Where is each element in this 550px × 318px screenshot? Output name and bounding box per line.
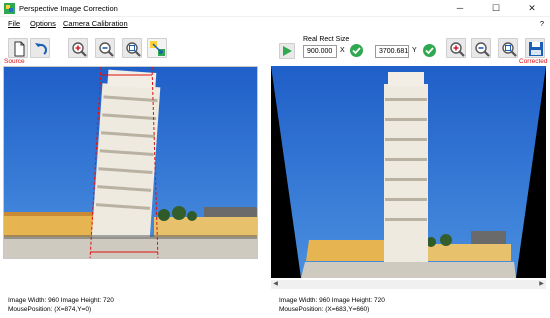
zoom-out-icon <box>99 42 114 57</box>
confirm-width-button[interactable] <box>349 43 365 59</box>
menu-camera-calibration[interactable]: Camera Calibration <box>63 19 128 28</box>
rect-height-field[interactable]: 3700.681 <box>375 45 409 58</box>
scroll-left-icon[interactable]: ◀ <box>271 280 280 289</box>
title-bar: Perspective Image Correction ─ ☐ ✕ <box>0 0 550 17</box>
check-icon <box>350 44 363 57</box>
x-label: X <box>340 47 345 54</box>
corrected-zoom-in-button[interactable] <box>446 38 466 58</box>
corrected-mouse-position: MousePosition: (X=683,Y=660) <box>279 306 370 313</box>
y-label: Y <box>412 47 417 54</box>
source-image-panel[interactable] <box>3 66 258 259</box>
corrected-zoom-out-button[interactable] <box>471 38 491 58</box>
confirm-height-button[interactable] <box>422 43 438 59</box>
zoom-out-icon <box>475 42 490 57</box>
zoom-in-icon <box>72 42 87 57</box>
run-button[interactable] <box>279 43 295 59</box>
scroll-right-icon[interactable]: ▶ <box>537 280 546 289</box>
corrected-dimensions: Image Width: 960 Image Height: 720 <box>279 297 385 304</box>
corrected-label: Corrected <box>519 58 548 65</box>
select-points-button[interactable] <box>147 38 167 58</box>
zoom-in-icon <box>450 42 465 57</box>
select-points-icon <box>150 41 165 56</box>
minimize-button[interactable]: ─ <box>442 0 478 17</box>
source-zoom-out-button[interactable] <box>95 38 115 58</box>
source-mouse-position: MousePosition: (X=874,Y=0) <box>8 306 92 313</box>
source-zoom-fit-button[interactable] <box>122 38 142 58</box>
zoom-fit-icon <box>502 42 517 57</box>
real-rect-size-label: Real Rect Size <box>303 36 350 43</box>
new-document-icon <box>14 41 25 57</box>
toolbar: Source Real Rect Size 900.000 X 3700.681… <box>0 30 550 66</box>
menu-bar: File Options Camera Calibration ? <box>0 17 550 30</box>
save-button[interactable] <box>525 38 545 58</box>
zoom-fit-icon <box>126 42 141 57</box>
menu-file[interactable]: File <box>8 19 20 28</box>
corrected-horizontal-scrollbar[interactable]: ◀ ▶ <box>271 280 546 289</box>
check-icon <box>423 44 436 57</box>
source-label: Source <box>4 58 25 65</box>
menu-options[interactable]: Options <box>30 19 56 28</box>
menu-help[interactable]: ? <box>540 19 544 28</box>
corrected-zoom-fit-button[interactable] <box>498 38 518 58</box>
app-icon <box>4 3 15 14</box>
play-icon <box>283 46 292 56</box>
close-button[interactable]: ✕ <box>514 0 550 17</box>
save-icon <box>529 42 543 56</box>
undo-button[interactable] <box>30 38 50 58</box>
window-title: Perspective Image Correction <box>19 4 118 13</box>
corrected-image-panel[interactable] <box>271 66 546 278</box>
corrected-image <box>271 66 546 278</box>
source-zoom-in-button[interactable] <box>68 38 88 58</box>
undo-icon <box>35 43 47 55</box>
new-button[interactable] <box>8 38 28 58</box>
rect-width-field[interactable]: 900.000 <box>303 45 337 58</box>
maximize-button[interactable]: ☐ <box>478 0 514 17</box>
source-dimensions: Image Width: 960 Image Height: 720 <box>8 297 114 304</box>
source-image <box>4 67 257 258</box>
